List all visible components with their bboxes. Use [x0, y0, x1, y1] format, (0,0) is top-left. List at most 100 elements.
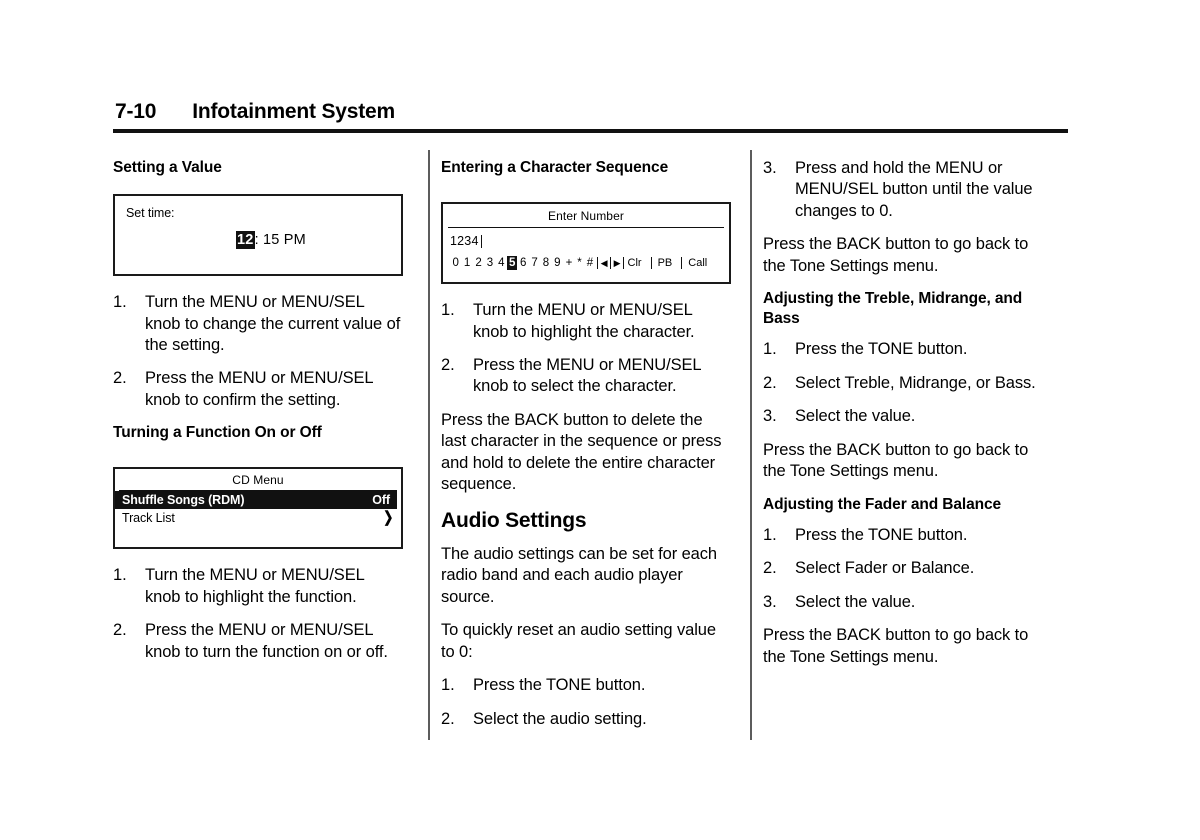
- key-separator: [650, 257, 652, 270]
- step-text: Select the value.: [795, 407, 916, 426]
- steps-treble: 1. Press the TONE button. 2. Select Treb…: [763, 339, 1053, 427]
- text-caret-icon: [480, 234, 482, 248]
- steps-fader: 1. Press the TONE button. 2. Select Fade…: [763, 525, 1053, 613]
- page-header: 7-10 Infotainment System: [113, 100, 1068, 133]
- key-separator: [681, 257, 683, 270]
- list-item: 2. Select Fader or Balance.: [763, 558, 1053, 579]
- list-item: 2. Press the MENU or MENU/SEL knob to co…: [113, 368, 403, 411]
- list-item: 1. Press the TONE button.: [763, 525, 1053, 546]
- step-number: 1.: [113, 566, 127, 585]
- paragraph-back-delete: Press the BACK button to delete the last…: [441, 410, 722, 494]
- cd-menu-row-shuffle[interactable]: Shuffle Songs (RDM) Off: [115, 491, 397, 510]
- step-number: 2.: [763, 559, 777, 578]
- step-number: 3.: [763, 592, 777, 611]
- key-clear[interactable]: Clr: [626, 257, 644, 269]
- list-item: 2. Press the MENU or MENU/SEL knob to tu…: [113, 620, 403, 663]
- chapter-title: Infotainment System: [192, 100, 395, 123]
- key-0[interactable]: 0: [450, 257, 461, 269]
- step-number: 2.: [113, 369, 127, 388]
- step-text: Select the value.: [795, 592, 916, 611]
- paragraph-reset-intro: To quickly reset an audio setting value …: [441, 621, 716, 661]
- list-item: 2. Press the MENU or MENU/SEL knob to se…: [441, 355, 731, 398]
- steps-reset: 1. Press the TONE button. 2. Select the …: [441, 675, 731, 730]
- key-3[interactable]: 3: [484, 257, 495, 269]
- step-text: Select Treble, Midrange, or Bass.: [795, 373, 1036, 392]
- key-hash[interactable]: #: [584, 257, 595, 269]
- cd-menu-row-label: Shuffle Songs (RDM): [122, 493, 245, 508]
- set-time-rest: : 15 PM: [254, 232, 306, 249]
- header-rule: [113, 129, 1068, 133]
- key-9[interactable]: 9: [552, 257, 563, 269]
- key-phonebook[interactable]: PB: [656, 257, 675, 269]
- key-separator: [610, 257, 612, 270]
- paragraph-back-tone-1: Press the BACK button to go back to the …: [763, 235, 1029, 275]
- column-divider-1: [428, 150, 430, 740]
- screen-set-time: Set time: 12: 15 PM: [113, 194, 403, 277]
- step-text: Press the TONE button.: [795, 525, 968, 544]
- key-plus[interactable]: +: [563, 257, 575, 269]
- arrow-left-icon[interactable]: ◀: [600, 258, 609, 268]
- key-8[interactable]: 8: [540, 257, 551, 269]
- paragraph-back-tone-2: Press the BACK button to go back to the …: [763, 440, 1029, 481]
- step-number: 1.: [441, 301, 455, 320]
- step-text: Turn the MENU or MENU/SEL knob to highli…: [145, 566, 365, 606]
- cd-menu-row-value: Off: [372, 493, 390, 508]
- cd-menu-title: CD Menu: [232, 473, 284, 488]
- enter-number-entry-field[interactable]: 1234: [443, 228, 729, 248]
- screen-cd-menu: CD Menu Shuffle Songs (RDM) Off Track Li…: [113, 467, 403, 550]
- cd-menu-row-track-list[interactable]: Track List ❯: [115, 509, 401, 527]
- heading-turning-a-function-on-or-off: Turning a Function On or Off: [113, 424, 322, 442]
- list-item: 2. Select the audio setting.: [441, 709, 731, 730]
- column-three: 3. Press and hold the MENU or MENU/SEL b…: [763, 158, 1053, 680]
- step-text: Select Fader or Balance.: [795, 559, 975, 578]
- step-number: 2.: [763, 373, 777, 392]
- steps-turning-function: 1. Turn the MENU or MENU/SEL knob to hig…: [113, 565, 403, 663]
- step-number: 1.: [441, 676, 455, 695]
- screen-enter-number: Enter Number 1234 0 1 2 3 4 5 6 7 8 9 + …: [441, 202, 731, 285]
- key-asterisk[interactable]: *: [575, 257, 584, 269]
- paragraph-audio-settings: The audio settings can be set for each r…: [441, 544, 717, 606]
- step-number: 2.: [113, 621, 127, 640]
- set-time-label: Set time:: [126, 206, 175, 221]
- key-2[interactable]: 2: [473, 257, 484, 269]
- column-divider-2: [750, 150, 752, 740]
- heading-adjusting-treble-midrange-bass: Adjusting the Treble, Midrange, and Bass: [763, 290, 1023, 328]
- enter-number-title: Enter Number: [548, 209, 624, 224]
- step-text: Press the MENU or MENU/SEL knob to turn …: [145, 621, 388, 661]
- step-number: 3.: [763, 407, 777, 426]
- key-4[interactable]: 4: [496, 257, 507, 269]
- key-call[interactable]: Call: [686, 257, 709, 269]
- step-number: 1.: [763, 340, 777, 359]
- column-one: Setting a Value Set time: 12: 15 PM 1. T…: [113, 158, 403, 675]
- step-text: Turn the MENU or MENU/SEL knob to highli…: [473, 301, 695, 341]
- key-5-selected[interactable]: 5: [507, 256, 518, 271]
- heading-setting-a-value: Setting a Value: [113, 159, 222, 176]
- step-text: Press the MENU or MENU/SEL knob to selec…: [473, 356, 701, 396]
- column-two: Entering a Character Sequence Enter Numb…: [441, 158, 731, 742]
- heading-audio-settings: Audio Settings: [441, 508, 587, 532]
- list-item: 1. Turn the MENU or MENU/SEL knob to hig…: [441, 300, 731, 343]
- step-text: Turn the MENU or MENU/SEL knob to change…: [145, 293, 401, 355]
- heading-adjusting-fader-and-balance: Adjusting the Fader and Balance: [763, 495, 1002, 513]
- step-number: 1.: [763, 525, 777, 544]
- key-6[interactable]: 6: [517, 257, 528, 269]
- steps-reset-continued: 3. Press and hold the MENU or MENU/SEL b…: [763, 158, 1053, 222]
- enter-number-entry-value: 1234: [450, 234, 479, 249]
- steps-entering-sequence: 1. Turn the MENU or MENU/SEL knob to hig…: [441, 300, 731, 398]
- list-item: 1. Press the TONE button.: [763, 339, 1053, 360]
- list-item: 3. Press and hold the MENU or MENU/SEL b…: [763, 158, 1053, 222]
- list-item: 1. Press the TONE button.: [441, 675, 731, 696]
- list-item: 1. Turn the MENU or MENU/SEL knob to cha…: [113, 292, 403, 356]
- list-item: 1. Turn the MENU or MENU/SEL knob to hig…: [113, 565, 403, 608]
- key-separator: [597, 257, 599, 270]
- cd-menu-row-label: Track List: [122, 511, 175, 526]
- heading-entering-a-character-sequence: Entering a Character Sequence: [441, 159, 669, 176]
- key-separator: [623, 257, 625, 270]
- key-7[interactable]: 7: [529, 257, 540, 269]
- step-text: Select the audio setting.: [473, 709, 647, 728]
- chevron-right-icon: ❯: [382, 509, 393, 527]
- key-1[interactable]: 1: [461, 257, 472, 269]
- arrow-right-icon[interactable]: ▶: [613, 258, 622, 268]
